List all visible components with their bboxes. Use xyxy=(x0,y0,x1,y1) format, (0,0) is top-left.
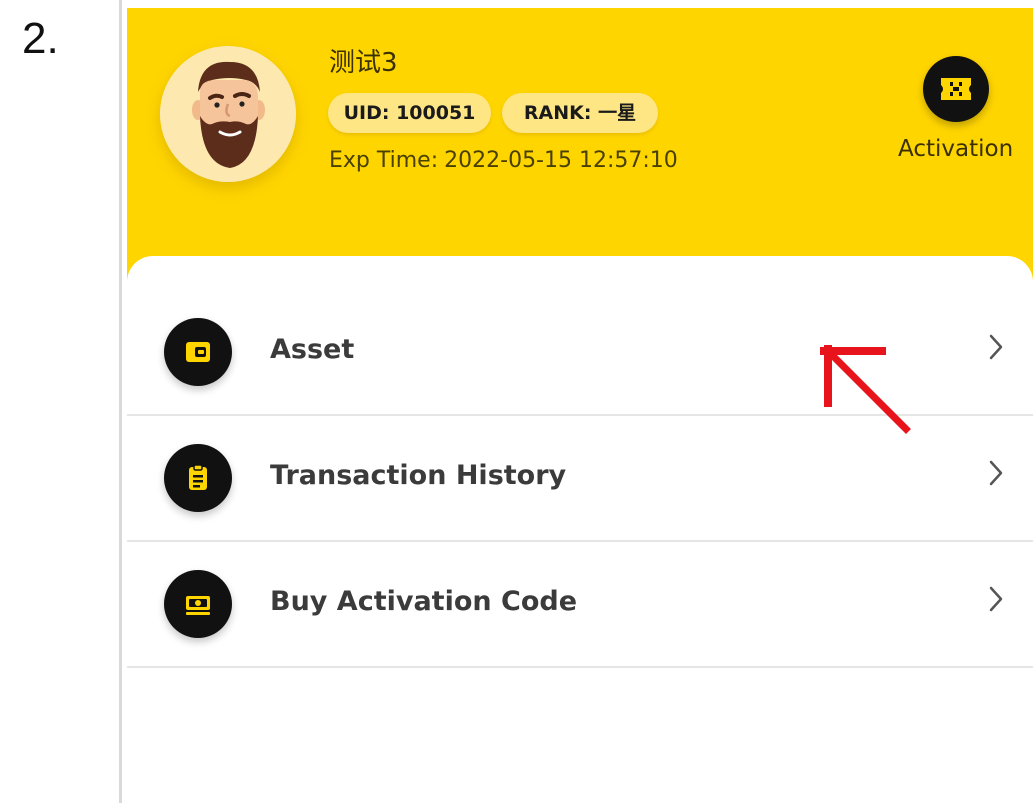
left-divider xyxy=(119,0,122,803)
rank-badge: RANK: 一星 xyxy=(502,93,658,133)
bearded-man-avatar-icon xyxy=(160,46,296,182)
activation-label: Activation xyxy=(898,136,1014,162)
wallet-icon xyxy=(164,318,232,386)
activation-button[interactable]: Activation xyxy=(893,56,1033,176)
menu-item-label: Transaction History xyxy=(270,460,567,491)
menu-card: Asset Transaction History Buy Activation… xyxy=(127,256,1033,803)
uid-badge: UID: 100051 xyxy=(328,93,491,133)
menu-item-buy-activation-code[interactable]: Buy Activation Code xyxy=(127,542,1033,668)
menu-item-label: Asset xyxy=(270,334,355,365)
profile-header: 测试3 UID: 100051 RANK: 一星 Exp Time: 2022-0… xyxy=(127,8,1033,288)
menu-item-label: Buy Activation Code xyxy=(270,586,578,617)
avatar[interactable] xyxy=(160,46,296,182)
expiry-label: Exp Time: xyxy=(329,148,439,173)
chevron-right-icon xyxy=(989,586,1003,612)
user-name: 测试3 xyxy=(329,48,398,78)
annotation-arrow-icon xyxy=(820,345,911,434)
chevron-right-icon xyxy=(989,334,1003,360)
expiry-time: Exp Time: 2022-05-15 12:57:10 xyxy=(329,148,684,173)
chevron-right-icon xyxy=(989,460,1003,486)
step-number: 2. xyxy=(22,14,59,63)
ticket-icon xyxy=(923,56,989,122)
expiry-value: 2022-05-15 12:57:10 xyxy=(444,148,678,173)
clipboard-icon xyxy=(164,444,232,512)
money-icon xyxy=(164,570,232,638)
